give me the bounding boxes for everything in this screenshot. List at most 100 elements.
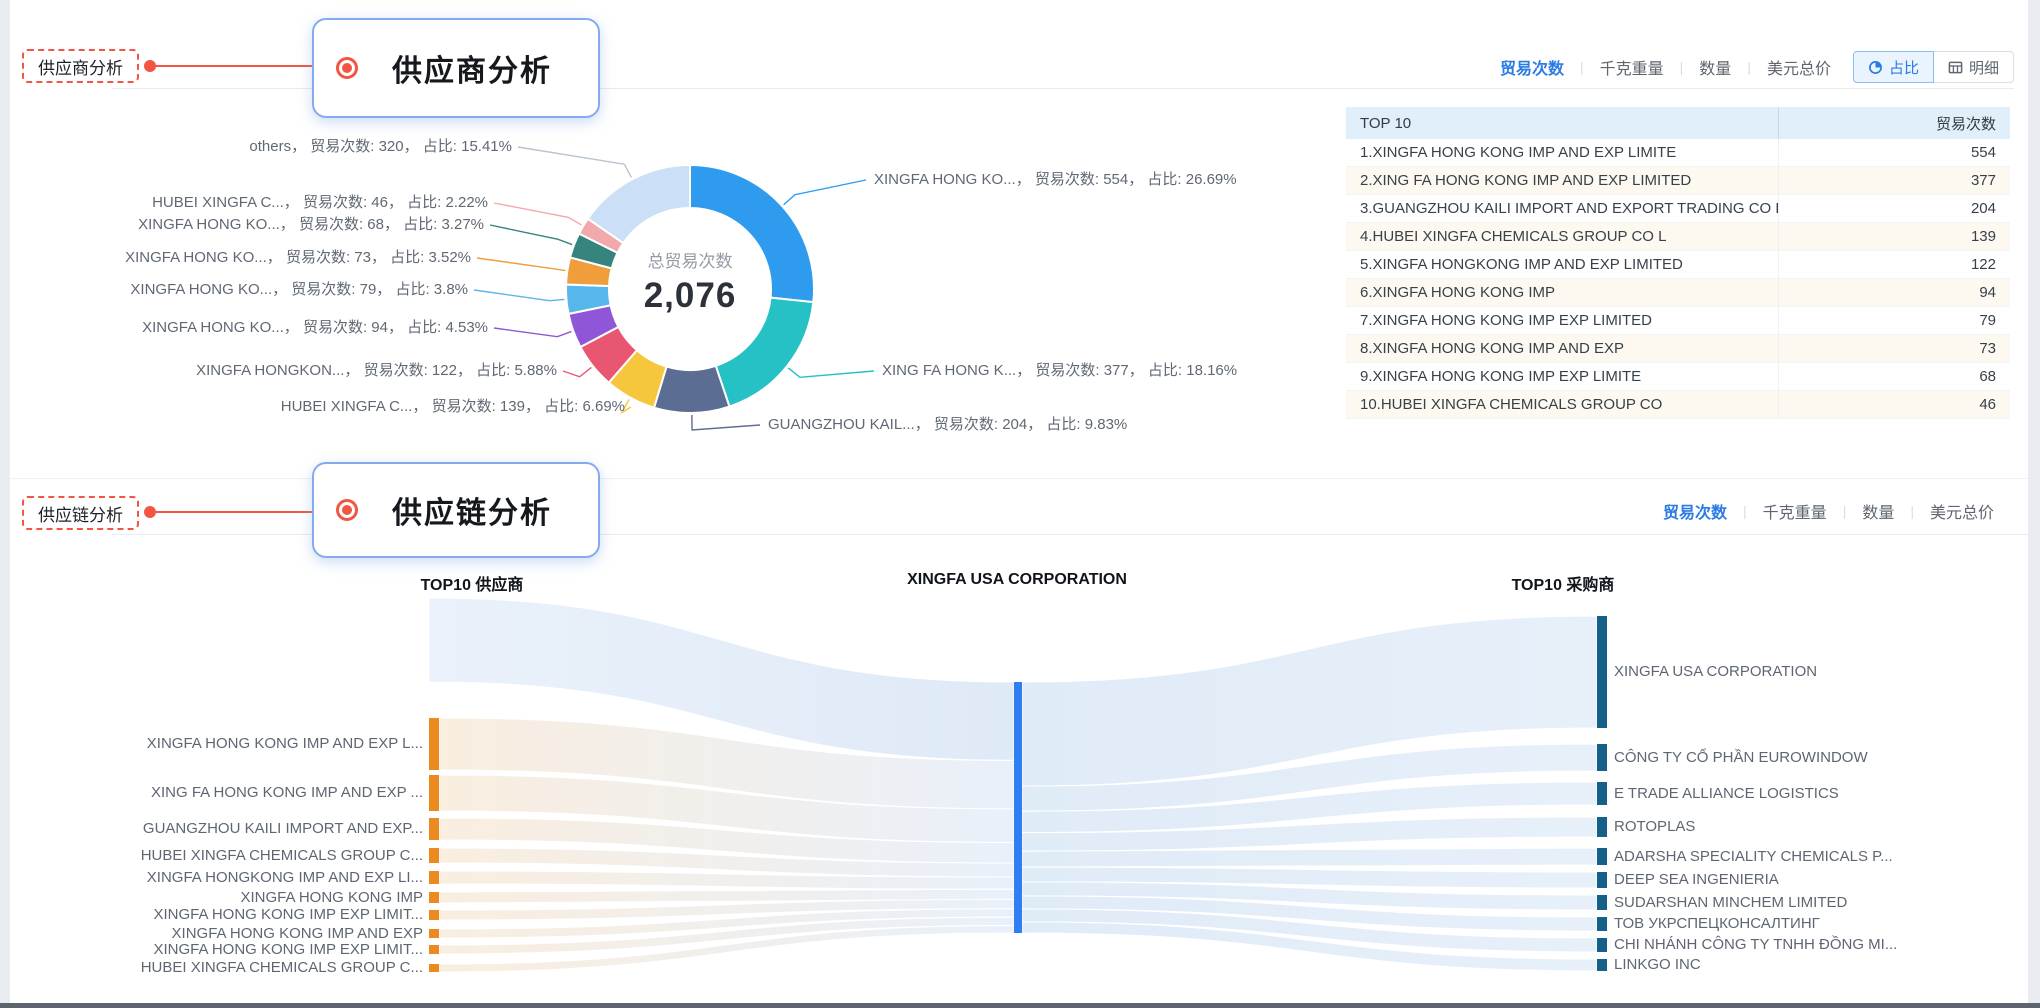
sankey-buyer-node[interactable] (1597, 616, 1607, 728)
sankey-buyer-node[interactable] (1597, 895, 1607, 910)
sankey-supplier-label: HUBEI XINGFA CHEMICALS GROUP C... (141, 846, 423, 866)
table-cell-company: 10.HUBEI XINGFA CHEMICALS GROUP CO (1346, 396, 1778, 413)
tab-separator: | (1680, 59, 1684, 75)
sankey-supplier-label: XINGFA HONG KONG IMP EXP LIMIT... (153, 940, 423, 960)
sankey-column-suppliers: TOP10 供应商 (421, 571, 524, 595)
metric-tab[interactable]: 数量 (1862, 499, 1894, 523)
donut-slice-label: XINGFA HONG KO...， 贸易次数: 554， 占比: 26.69% (874, 171, 1237, 189)
target-icon (336, 57, 358, 79)
table-cell-value: 79 (1778, 307, 2010, 334)
table-cell-value: 94 (1778, 279, 2010, 306)
supply-chain-metric-tabs: 贸易次数 | 千克重量 | 数量 | 美元总价 (1663, 494, 1994, 528)
sankey-buyer-label: ТОВ УКРСПЕЦКОНСАЛТИНГ (1614, 914, 1820, 934)
sankey-buyer-label: SUDARSHAN MINCHEM LIMITED (1614, 893, 1847, 913)
metric-tab[interactable]: 美元总价 (1930, 499, 1994, 523)
sankey-buyer-node[interactable] (1597, 782, 1607, 805)
donut-slice-label: XINGFA HONG KO...， 贸易次数: 68， 占比: 3.27% (138, 216, 484, 234)
table-row: 7.XINGFA HONG KONG IMP EXP LIMITED79 (1346, 307, 2010, 335)
donut-label-line (518, 147, 631, 177)
sankey-supplier-node[interactable] (429, 775, 439, 811)
view-button-label: 明细 (1969, 57, 1999, 78)
metric-tab[interactable]: 千克重量 (1763, 499, 1827, 523)
donut-slice-label: XINGFA HONG KO...， 贸易次数: 94， 占比: 4.53% (142, 319, 488, 337)
donut-center: 总贸易次数 2,076 (580, 247, 800, 316)
sankey-buyer-label: ROTOPLAS (1614, 817, 1695, 837)
sankey-buyer-label: CÔNG TY CỔ PHẦN EUROWINDOW (1614, 748, 1868, 768)
sankey-supplier-node[interactable] (429, 871, 439, 884)
table-icon (1948, 60, 1963, 75)
donut-label-line (788, 368, 874, 377)
sankey-buyer-node[interactable] (1597, 917, 1607, 931)
supply-chain-section-label-text: 供应链分析 (38, 501, 123, 526)
tab-separator: | (1747, 59, 1751, 75)
metric-tab[interactable]: 贸易次数 (1663, 499, 1727, 523)
metric-tab[interactable]: 千克重量 (1600, 55, 1664, 79)
sankey-supplier-label: XINGFA HONG KONG IMP EXP LIMIT... (153, 905, 423, 925)
sankey-buyer-label: LINKGO INC (1614, 955, 1701, 975)
view-button-label: 占比 (1889, 57, 1919, 78)
sankey-supplier-node[interactable] (429, 964, 439, 972)
table-cell-value: 68 (1778, 363, 2010, 390)
metric-tab[interactable]: 美元总价 (1767, 55, 1831, 79)
table-header-trade-count: 贸易次数 (1778, 107, 2010, 139)
sankey-center-node[interactable] (1014, 682, 1022, 933)
annotation-dot (144, 60, 156, 72)
table-row: 6.XINGFA HONG KONG IMP94 (1346, 279, 2010, 307)
supplier-section-label-text: 供应商分析 (38, 54, 123, 79)
table-cell-company: 2.XING FA HONG KONG IMP AND EXP LIMITED (1346, 172, 1778, 189)
sankey-buyer-node[interactable] (1597, 938, 1607, 952)
sankey-buyer-node[interactable] (1597, 848, 1607, 865)
sankey-buyer-label: DEEP SEA INGENIERIA (1614, 870, 1779, 890)
supply-chain-callout-title: 供应链分析 (392, 488, 552, 532)
supplier-callout: 供应商分析 (312, 18, 600, 118)
supplier-section-label: 供应商分析 (22, 49, 139, 83)
supplier-callout-title: 供应商分析 (392, 46, 552, 90)
donut-slice-label: XINGFA HONG KO...， 贸易次数: 73， 占比: 3.52% (125, 249, 471, 267)
sankey-supplier-node[interactable] (429, 892, 439, 903)
detail-view-button[interactable]: 明细 (1934, 51, 2014, 83)
supply-chain-section-label: 供应链分析 (22, 496, 139, 530)
sankey-supplier-node[interactable] (429, 848, 439, 863)
right-page-gutter (2028, 0, 2040, 1008)
sankey-buyer-label: XINGFA USA CORPORATION (1614, 662, 1817, 682)
table-cell-value: 139 (1778, 223, 2010, 250)
table-cell-value: 377 (1778, 167, 2010, 194)
sankey-supplier-node[interactable] (429, 910, 439, 920)
donut-slice-label: XINGFA HONGKON...， 贸易次数: 122， 占比: 5.88% (196, 362, 557, 380)
metric-tab[interactable]: 数量 (1699, 55, 1731, 79)
table-cell-value: 73 (1778, 335, 2010, 362)
donut-label-line (490, 225, 572, 245)
tab-separator: | (1843, 503, 1847, 519)
table-cell-company: 6.XINGFA HONG KONG IMP (1346, 284, 1778, 301)
sankey-supplier-node[interactable] (429, 818, 439, 840)
donut-slice-label: others， 贸易次数: 320， 占比: 15.41% (249, 138, 512, 156)
table-cell-company: 4.HUBEI XINGFA CHEMICALS GROUP CO L (1346, 228, 1778, 245)
sankey-buyer-node[interactable] (1597, 872, 1607, 888)
annotation-dot (144, 506, 156, 518)
sankey-supplier-node[interactable] (429, 945, 439, 954)
donut-center-value: 2,076 (580, 276, 800, 316)
table-header-row: TOP 10 贸易次数 (1346, 107, 2010, 139)
table-row: 9.XINGFA HONG KONG IMP EXP LIMITE68 (1346, 363, 2010, 391)
sankey-supplier-label: GUANGZHOU KAILI IMPORT AND EXP... (143, 819, 423, 839)
donut-label-line (477, 258, 565, 271)
sankey-supplier-label: XINGFA HONG KONG IMP AND EXP L... (147, 734, 423, 754)
bottom-edge-bar (0, 1003, 2040, 1008)
sankey-buyer-label: ADARSHA SPECIALITY CHEMICALS P... (1614, 847, 1893, 867)
sankey-buyer-node[interactable] (1597, 744, 1607, 771)
supply-chain-callout: 供应链分析 (312, 462, 600, 558)
table-row: 4.HUBEI XINGFA CHEMICALS GROUP CO L139 (1346, 223, 2010, 251)
pie-icon (1868, 60, 1883, 75)
metric-tab[interactable]: 贸易次数 (1500, 55, 1564, 79)
view-toggle-group: 占比 明细 (1853, 51, 2014, 83)
table-header-top10: TOP 10 (1346, 115, 1778, 132)
table-cell-company: 9.XINGFA HONG KONG IMP EXP LIMITE (1346, 368, 1778, 385)
sankey-buyer-node[interactable] (1597, 959, 1607, 971)
sankey-supplier-node[interactable] (429, 929, 439, 938)
sankey-buyer-node[interactable] (1597, 817, 1607, 837)
sankey-supplier-node[interactable] (429, 718, 439, 770)
sankey-column-buyers: TOP10 采购商 (1512, 571, 1615, 595)
pie-view-button[interactable]: 占比 (1853, 51, 1934, 83)
tab-separator: | (1910, 503, 1914, 519)
tab-separator: | (1743, 503, 1747, 519)
